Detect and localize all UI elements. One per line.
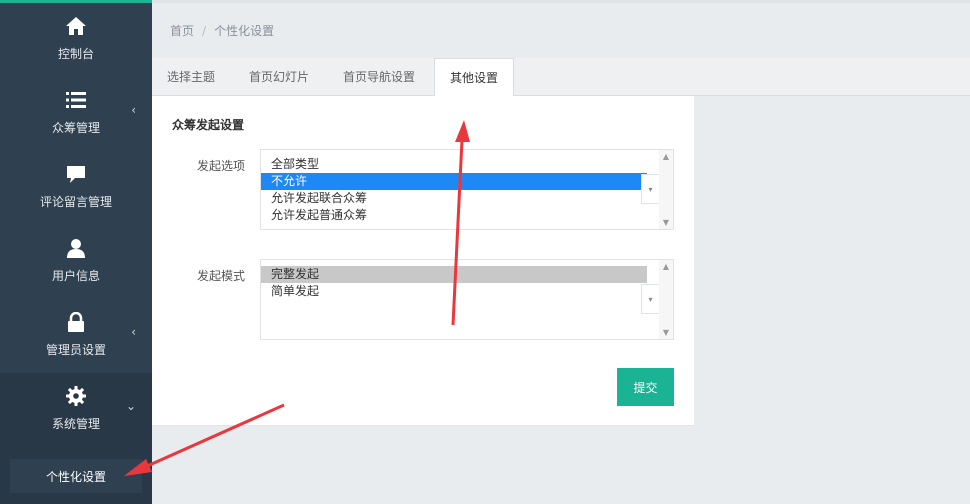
home-icon bbox=[0, 15, 152, 37]
sidebar-item-label: 管理员设置 bbox=[45, 343, 106, 357]
breadcrumb: 首页 / 个性化设置 bbox=[170, 22, 274, 39]
tab-select-theme[interactable]: 选择主题 bbox=[152, 58, 230, 96]
chevron-left-icon: ‹ bbox=[131, 103, 136, 117]
launch-mode-label: 发起模式 bbox=[197, 269, 246, 283]
user-icon bbox=[0, 237, 152, 259]
scroll-up-icon[interactable]: ▲ bbox=[659, 262, 673, 271]
sidebar: 控制台 众筹管理 ‹ 评论留言管理 用户信息 管理员设置 ‹ 系统管理 ⌄ 个性… bbox=[0, 0, 152, 504]
sidebar-item-label: 控制台 bbox=[57, 47, 94, 61]
scroll-down-icon[interactable]: ▼ bbox=[659, 328, 673, 337]
submit-button[interactable]: 提交 bbox=[617, 368, 674, 406]
scrollbar[interactable]: ▲ ▼ bbox=[659, 260, 673, 339]
sidebar-item-comments[interactable]: 评论留言管理 bbox=[0, 151, 152, 225]
spinner-down-icon[interactable]: ▾ bbox=[641, 174, 659, 204]
breadcrumb-current: 个性化设置 bbox=[214, 24, 275, 38]
select-option[interactable]: 允许发起普通众筹 bbox=[261, 207, 647, 224]
tab-bar: 选择主题 首页幻灯片 首页导航设置 其他设置 bbox=[152, 58, 970, 97]
chevron-left-icon: ‹ bbox=[131, 325, 136, 339]
comment-icon bbox=[0, 163, 152, 185]
sidebar-item-label: 系统管理 bbox=[51, 417, 100, 431]
spinner-down-icon[interactable]: ▾ bbox=[641, 284, 659, 314]
chevron-down-icon: ⌄ bbox=[125, 399, 136, 413]
launch-option-select[interactable]: 全部类型 不允许 允许发起联合众筹 允许发起普通众筹 ▾ ▲ ▼ bbox=[260, 149, 674, 230]
tab-homepage-slides[interactable]: 首页幻灯片 bbox=[234, 58, 324, 96]
tab-homepage-nav[interactable]: 首页导航设置 bbox=[328, 58, 430, 96]
sidebar-item-users[interactable]: 用户信息 bbox=[0, 225, 152, 299]
launch-mode-select[interactable]: 完整发起 简单发起 ▾ ▲ ▼ bbox=[260, 259, 674, 340]
breadcrumb-home-link[interactable]: 首页 bbox=[170, 24, 194, 38]
tab-other-settings[interactable]: 其他设置 bbox=[434, 58, 515, 97]
sidebar-item-label: 用户信息 bbox=[51, 269, 100, 283]
lock-icon bbox=[0, 311, 152, 333]
scroll-down-icon[interactable]: ▼ bbox=[659, 218, 673, 227]
select-option-selected[interactable]: 完整发起 bbox=[261, 266, 647, 283]
sidebar-item-label: 评论留言管理 bbox=[39, 195, 112, 209]
section-title: 众筹发起设置 bbox=[172, 118, 245, 132]
select-option[interactable]: 允许发起联合众筹 bbox=[261, 190, 647, 207]
sidebar-item-label: 众筹管理 bbox=[51, 121, 100, 135]
sidebar-subitem-personalization[interactable]: 个性化设置 bbox=[10, 459, 142, 493]
scroll-up-icon[interactable]: ▲ bbox=[659, 152, 673, 161]
breadcrumb-separator: / bbox=[202, 24, 207, 38]
launch-option-label: 发起选项 bbox=[197, 159, 246, 173]
select-option[interactable]: 简单发起 bbox=[261, 283, 647, 300]
list-icon bbox=[0, 89, 152, 111]
select-option[interactable]: 全部类型 bbox=[261, 156, 647, 173]
sidebar-item-dashboard[interactable]: 控制台 bbox=[0, 3, 152, 77]
top-bar: 首页 / 个性化设置 bbox=[152, 0, 970, 58]
sidebar-item-admin[interactable]: 管理员设置 ‹ bbox=[0, 299, 152, 373]
select-option-selected[interactable]: 不允许 bbox=[261, 173, 647, 190]
sidebar-item-crowdfunding[interactable]: 众筹管理 ‹ bbox=[0, 77, 152, 151]
scrollbar[interactable]: ▲ ▼ bbox=[659, 150, 673, 229]
